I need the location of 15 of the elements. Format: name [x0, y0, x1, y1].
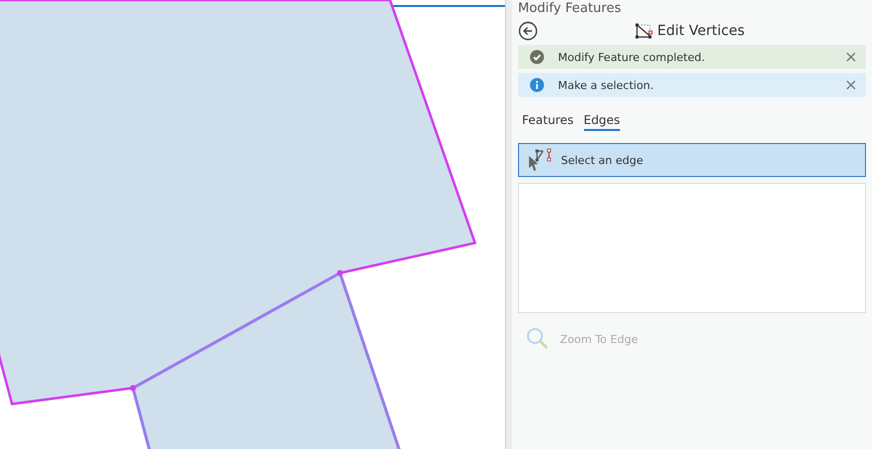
close-icon[interactable]: [846, 80, 856, 90]
close-icon[interactable]: [846, 52, 856, 62]
checkmark-icon: [530, 50, 544, 64]
message-text: Modify Feature completed.: [558, 50, 706, 64]
tab[interactable]: Edges: [584, 113, 620, 131]
select-edge-button[interactable]: Select an edge: [518, 143, 866, 177]
message-text: Make a selection.: [558, 78, 655, 92]
select-edge-icon: [527, 148, 551, 172]
tool-title: Edit Vertices: [657, 23, 745, 39]
search-icon: [526, 327, 550, 351]
edit-vertices-icon: [635, 23, 654, 39]
tab[interactable]: Features: [522, 113, 574, 131]
pane-title: Modify Features: [518, 1, 622, 17]
info-icon: [530, 78, 544, 92]
back-icon[interactable]: [518, 21, 538, 41]
